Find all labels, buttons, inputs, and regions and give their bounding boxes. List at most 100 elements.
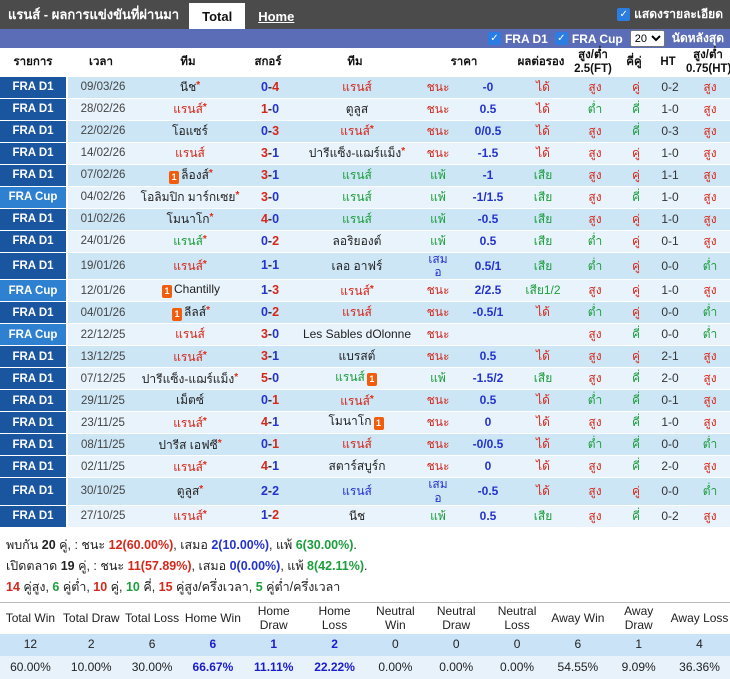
stats-percent-cell: 10.00% <box>60 656 122 679</box>
away-team-name: แรนส์ <box>342 438 372 451</box>
stats-count-cell: 2 <box>304 634 365 657</box>
result-text: เสมอ <box>428 477 448 505</box>
handicap-result-cell: ได้ <box>536 79 550 94</box>
ht-score-cell: 0-2 <box>661 508 679 523</box>
over-under-ft-cell: สูง <box>588 123 602 138</box>
ht-score-cell: 2-0 <box>661 459 679 474</box>
home-team-name: ตูลูส* <box>177 484 203 498</box>
stats-count-cell: 1 <box>243 634 305 657</box>
league-cell: FRA D1 <box>0 165 68 186</box>
league-cell: FRA D1 <box>0 253 68 280</box>
filter-fra-cup[interactable]: ✓ FRA Cup <box>554 32 623 46</box>
date-cell: 27/10/25 <box>80 509 126 522</box>
stats-percent-row: 60.00% 10.00% 30.00% 66.67% 11.11% 22.22% 0.00… <box>0 656 730 679</box>
date-cell: 02/11/25 <box>81 460 125 473</box>
odd-even-cell: คู่ <box>631 349 641 364</box>
handicap-result-cell: ได้ <box>536 437 550 452</box>
over-under-ht-cell: สูง <box>703 371 717 386</box>
tab-home[interactable]: Home <box>245 3 307 29</box>
stats-header-cell: Home Loss <box>318 603 351 632</box>
home-advantage-star-icon: * <box>369 283 374 295</box>
away-team-text: Les Sables dOlonne <box>302 327 412 342</box>
score-cell: 4-1 <box>242 412 298 433</box>
summary-segment: คู่, : ชนะ <box>74 558 128 573</box>
score-cell: 0-2 <box>242 302 298 323</box>
away-team-cell: ปารีแซ็ง-แฌร์แม็ง* <box>298 143 416 164</box>
home-goals: 1 <box>260 508 268 523</box>
summary-over-under-odd-even: 14 คู่สูง, 6 คู่ต่ำ, 10 คู่, 10 คี่, 15 … <box>6 577 730 598</box>
handicap-odds-cell: 0.5 <box>479 349 497 364</box>
show-details-toggle[interactable]: ✓ แสดงรายละเอียด <box>617 5 730 24</box>
over-under-ft-cell: ต่ำ <box>587 437 603 452</box>
match-row: FRA D1 13/12/25 แรนส์* 3-1 แบรสต์ ชนะ 0.5 ได้ สู… <box>0 346 730 369</box>
home-team-name: แรนส์* <box>173 416 207 430</box>
summary-segment: 12(60.00%) <box>108 537 174 552</box>
over-under-ft-cell: สูง <box>588 349 602 364</box>
handicap-result-cell: ได้ <box>536 101 550 116</box>
date-cell: 22/02/26 <box>80 125 126 138</box>
home-advantage-star-icon: * <box>208 167 213 179</box>
home-team-cell: แรนส์* <box>138 99 242 120</box>
away-team-text: โมนาโก <box>328 414 372 429</box>
league-cell: FRA Cup <box>0 324 68 346</box>
header-odds: ราคา <box>450 55 478 68</box>
away-goals: 0 <box>272 327 280 341</box>
away-team-cell: Les Sables dOlonne <box>298 324 416 345</box>
away-team-name: แรนส์ <box>342 167 372 182</box>
over-under-ft-cell: สูง <box>588 79 602 94</box>
over-under-ft-cell: สูง <box>588 167 602 182</box>
header-away-team: ทีม <box>347 55 363 68</box>
away-team-name: แรนส์ <box>342 79 372 94</box>
home-team-text: ปารีส เอฟซี <box>158 437 218 452</box>
stats-count-cell: 12 <box>0 634 61 657</box>
odd-even-cell: คู่ <box>631 79 641 94</box>
result-cell: แพ้ <box>416 231 460 252</box>
match-row: FRA D1 08/11/25 ปารีส เอฟซี* 0-1 แรนส์ ชนะ -0/… <box>0 434 730 457</box>
home-goals: 1 <box>260 283 268 297</box>
score-cell: 1-1 <box>242 253 298 279</box>
score-cell: 0-3 <box>242 121 298 142</box>
away-team-name: เลอ อาฟร์ <box>332 259 383 273</box>
stats-header-cell: Total Loss <box>125 610 180 625</box>
result-text: ชนะ <box>426 283 450 298</box>
away-goals: 1 <box>272 437 280 451</box>
home-goals: 0 <box>260 305 268 319</box>
over-under-ft-cell: ต่ำ <box>587 305 603 320</box>
date-cell: 07/02/26 <box>80 169 126 182</box>
odd-even-cell: คู่ <box>631 483 641 498</box>
stats-percent-cell: 11.11% <box>243 656 305 679</box>
ht-score-cell: 0-1 <box>661 233 679 248</box>
checkbox-checked-icon[interactable]: ✓ <box>487 32 501 45</box>
away-team-text: แบรสต์ <box>338 349 376 364</box>
stats-header-cell: Away Win <box>551 610 605 625</box>
over-under-ft-cell: สูง <box>588 415 602 430</box>
checkbox-checked-icon[interactable]: ✓ <box>554 32 568 45</box>
checkbox-checked-icon[interactable]: ✓ <box>617 8 631 21</box>
away-team-text: แรนส์ <box>342 167 372 182</box>
score-cell: 0-1 <box>242 390 298 411</box>
ht-score-cell: 2-1 <box>661 349 679 364</box>
league-cell: FRA D1 <box>0 390 68 412</box>
league-cell: FRA D1 <box>0 121 68 142</box>
match-count-select[interactable]: 20 <box>629 30 665 47</box>
over-under-ht-cell: สูง <box>703 415 717 430</box>
score-cell: 1-3 <box>242 280 298 301</box>
league-cell: FRA D1 <box>0 231 68 252</box>
away-team-name: สตาร์สบูร์ก <box>329 460 386 473</box>
home-team-text: แรนส์ <box>173 102 203 117</box>
filter-fra-d1[interactable]: ✓ FRA D1 <box>487 32 548 46</box>
away-team-name: ลอริยองต์ <box>333 234 382 248</box>
away-team-cell: แรนส์* <box>298 121 416 142</box>
home-team-cell: แรนส์ <box>138 324 242 345</box>
tab-total[interactable]: Total <box>189 3 246 29</box>
away-team-name: แรนส์ <box>342 190 372 204</box>
odd-even-cell: คี่ <box>631 327 641 342</box>
away-team-text: แรนส์ <box>342 79 372 94</box>
away-team-text: ตูลูส <box>345 101 369 116</box>
league-cell: FRA Cup <box>0 280 68 302</box>
match-row: FRA D1 28/02/26 แรนส์* 1-0 ตูลูส ชนะ 0.5 ได้ ต่ำ… <box>0 99 730 121</box>
score-cell: 2-2 <box>242 478 298 504</box>
score-cell: 3-1 <box>242 346 298 367</box>
away-team-cell: ลอริยองต์ <box>298 231 416 252</box>
away-goals: 2 <box>272 483 280 498</box>
